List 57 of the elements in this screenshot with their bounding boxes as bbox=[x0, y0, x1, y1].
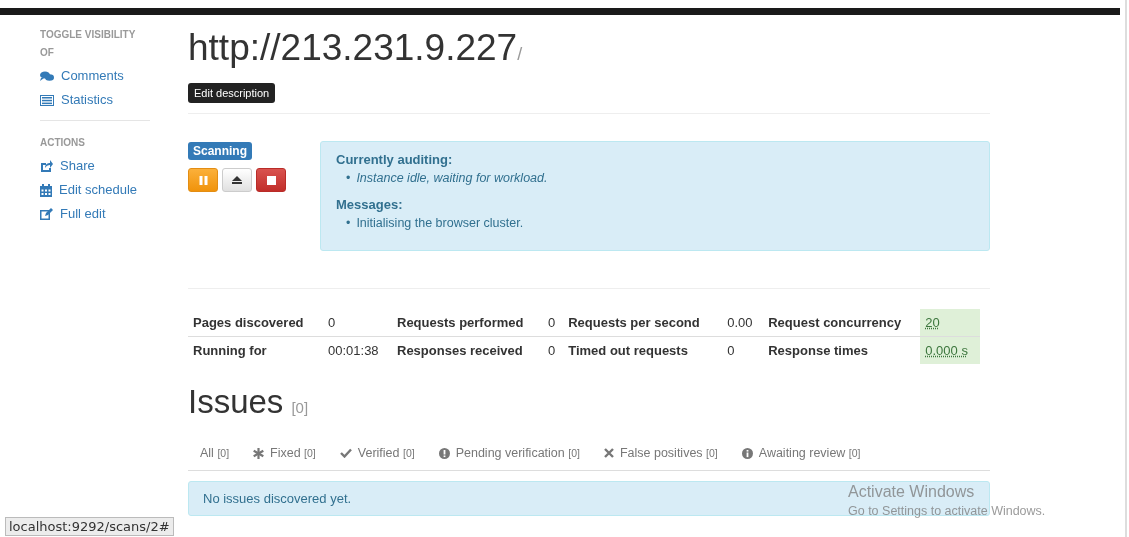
status-label: Scanning bbox=[188, 142, 252, 160]
scan-url-title: http://213.231.9.227/ bbox=[188, 26, 524, 70]
asterisk-icon bbox=[253, 447, 265, 459]
stat-label: Requests performed bbox=[392, 309, 543, 337]
stop-button[interactable] bbox=[256, 168, 286, 192]
stat-value: 0.000 s bbox=[920, 336, 980, 364]
issue-filter-tab[interactable]: Awaiting review [0] bbox=[729, 444, 873, 462]
stat-label: Timed out requests bbox=[563, 336, 723, 364]
issues-heading: Issues bbox=[188, 382, 284, 422]
pause-icon bbox=[198, 175, 208, 185]
link-url-status: localhost:9292/scans/2# bbox=[5, 517, 174, 536]
stat-label: Request concurrency bbox=[763, 309, 921, 337]
stat-value: 00:01:38 bbox=[323, 336, 392, 364]
edit-icon bbox=[40, 208, 53, 220]
share-icon bbox=[40, 160, 53, 172]
info-circle-icon bbox=[741, 447, 753, 459]
sidebar-link[interactable]: Comments bbox=[40, 64, 124, 88]
exclamation-circle-icon bbox=[438, 447, 450, 459]
stat-value: 20 bbox=[920, 309, 980, 337]
sidebar-link[interactable]: Full edit bbox=[40, 202, 106, 226]
eject-icon bbox=[232, 176, 242, 184]
stop-icon bbox=[266, 175, 276, 185]
sidebar-link[interactable]: Share bbox=[40, 154, 95, 178]
activation-notice-text: Go to Settings to activate Windows. bbox=[848, 504, 1046, 518]
issue-filter-tab[interactable]: Fixed [0] bbox=[241, 444, 328, 462]
section-heading: TOGGLE VISIBILITY OF bbox=[40, 28, 137, 60]
activation-notice-title: Activate Windows bbox=[848, 483, 976, 501]
issue-filter-tab[interactable]: Pending verification [0] bbox=[426, 444, 592, 462]
stat-label: Pages discovered bbox=[188, 309, 323, 337]
stat-label: Requests per second bbox=[563, 309, 723, 337]
issue-filter-tab[interactable]: False positives [0] bbox=[591, 444, 730, 462]
sidebar-link[interactable]: Statistics bbox=[40, 88, 113, 112]
comments-icon bbox=[40, 70, 54, 82]
stat-label: Running for bbox=[188, 336, 323, 364]
stat-value: 0.00 bbox=[722, 309, 764, 337]
issues-count: [0] bbox=[291, 398, 309, 418]
stat-value: 0 bbox=[722, 336, 764, 364]
sidebar-link[interactable]: Edit schedule bbox=[40, 178, 138, 202]
bullet: • bbox=[346, 170, 351, 187]
alert-message: Instance idle, waiting for workload. bbox=[356, 170, 549, 187]
list-icon bbox=[40, 94, 54, 106]
eject-button[interactable] bbox=[222, 168, 252, 192]
alert-heading: Messages: bbox=[336, 196, 404, 214]
stat-label: Responses received bbox=[392, 336, 543, 364]
alert-heading: Currently auditing: bbox=[336, 151, 454, 169]
stat-value: 0 bbox=[543, 309, 564, 337]
stat-value: 0 bbox=[323, 309, 392, 337]
check-icon bbox=[339, 448, 352, 458]
edit-description-button[interactable]: Edit description bbox=[188, 83, 276, 103]
calendar-icon bbox=[40, 183, 52, 197]
bullet: • bbox=[346, 215, 351, 232]
alert-message: Initialising the browser cluster. bbox=[356, 215, 525, 232]
stat-value: 0 bbox=[543, 336, 564, 364]
cross-icon bbox=[603, 448, 614, 458]
issue-filter-tab[interactable]: Verified [0] bbox=[327, 444, 427, 462]
issue-filter-tab[interactable]: All [0] bbox=[188, 444, 242, 462]
section-heading: ACTIONS bbox=[40, 136, 86, 150]
